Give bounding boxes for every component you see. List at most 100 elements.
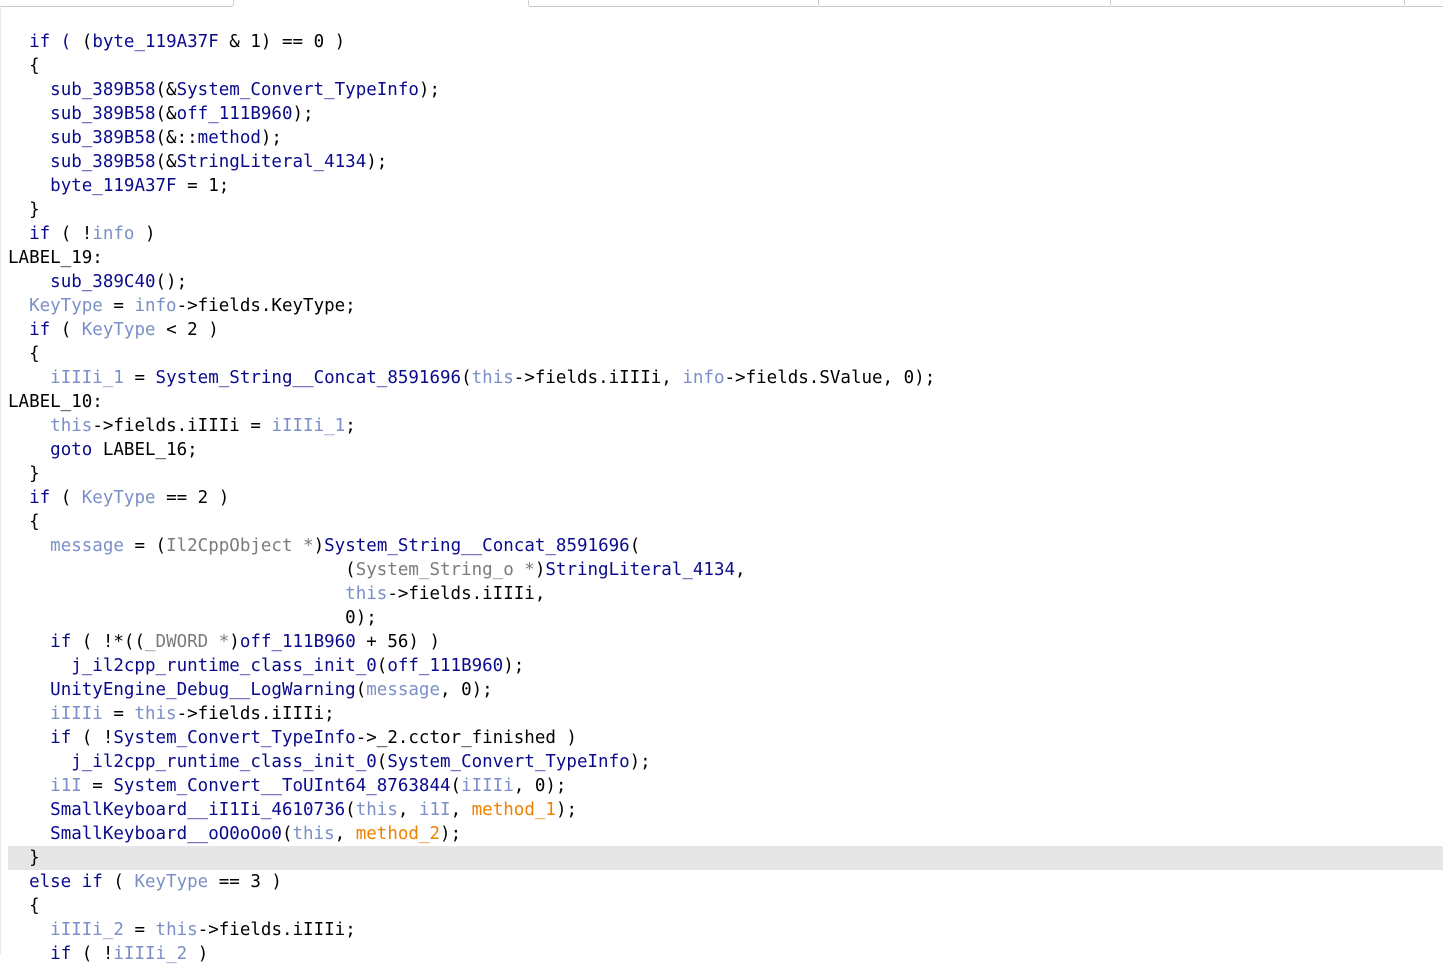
code-token-punctuation: ( ! bbox=[71, 944, 114, 964]
code-token-identifier[interactable]: System_Convert_TypeInfo bbox=[177, 80, 419, 100]
code-line[interactable]: { bbox=[8, 54, 1443, 78]
tab-enums[interactable] bbox=[1111, 0, 1404, 7]
code-token-identifier[interactable]: off_111B960 bbox=[177, 104, 293, 124]
code-line[interactable]: LABEL_19: bbox=[8, 246, 1443, 270]
code-line[interactable]: this->fields.iIIIi, bbox=[8, 582, 1443, 606]
code-token-local-variable[interactable]: KeyType bbox=[29, 296, 103, 316]
code-line[interactable]: sub_389B58(&off_111B960); bbox=[8, 102, 1443, 126]
code-line[interactable]: if ( KeyType == 2 ) bbox=[8, 486, 1443, 510]
code-line[interactable]: message = (Il2CppObject *)System_String_… bbox=[8, 534, 1443, 558]
code-token-identifier[interactable]: UnityEngine_Debug__LogWarning bbox=[50, 680, 356, 700]
code-line[interactable]: UnityEngine_Debug__LogWarning(message, 0… bbox=[8, 678, 1443, 702]
tab-hex-view[interactable] bbox=[529, 0, 818, 7]
code-line[interactable]: iIIIi_1 = System_String__Concat_8591696(… bbox=[8, 366, 1443, 390]
tab-left[interactable] bbox=[0, 0, 233, 7]
code-line[interactable]: sub_389B58(&::method); bbox=[8, 126, 1443, 150]
code-token-identifier[interactable]: method bbox=[198, 128, 261, 148]
code-token-punctuation: = bbox=[123, 920, 156, 940]
code-line[interactable]: { bbox=[8, 342, 1443, 366]
pseudocode-editor[interactable]: if ( (byte_119A37F & 1) == 0 ) { sub_389… bbox=[8, 30, 1443, 966]
code-token-local-variable[interactable]: this bbox=[293, 824, 335, 844]
code-token-local-variable[interactable]: iIIIi_2 bbox=[50, 920, 124, 940]
code-line[interactable]: if ( !info ) bbox=[8, 222, 1443, 246]
code-token-identifier[interactable]: System_Convert__ToUInt64_8763844 bbox=[113, 776, 450, 796]
code-token-local-variable[interactable]: this bbox=[356, 800, 398, 820]
code-token-identifier[interactable]: byte_119A37F bbox=[92, 32, 218, 52]
code-token-identifier[interactable]: System_String__Concat_8591696 bbox=[324, 536, 630, 556]
code-token-local-variable[interactable]: info bbox=[134, 296, 176, 316]
code-line[interactable]: iIIIi_2 = this->fields.iIIIi; bbox=[8, 918, 1443, 942]
code-token-local-variable[interactable]: KeyType bbox=[134, 872, 208, 892]
code-line[interactable]: { bbox=[8, 894, 1443, 918]
code-token-local-variable[interactable]: info bbox=[682, 368, 724, 388]
code-token-identifier[interactable]: off_111B960 bbox=[387, 656, 503, 676]
code-line[interactable]: this->fields.iIIIi = iIIIi_1; bbox=[8, 414, 1443, 438]
code-line[interactable]: SmallKeyboard__oO0oOo0(this, method_2); bbox=[8, 822, 1443, 846]
code-line[interactable]: sub_389B58(&System_Convert_TypeInfo); bbox=[8, 78, 1443, 102]
code-line[interactable]: if ( KeyType < 2 ) bbox=[8, 318, 1443, 342]
code-line[interactable]: } bbox=[8, 462, 1443, 486]
code-token-identifier[interactable]: sub_389B58 bbox=[50, 128, 155, 148]
code-line[interactable]: { bbox=[8, 510, 1443, 534]
code-line[interactable]: iIIIi = this->fields.iIIIi; bbox=[8, 702, 1443, 726]
code-token-local-variable[interactable]: this bbox=[50, 416, 92, 436]
code-token-identifier[interactable]: sub_389B58 bbox=[50, 104, 155, 124]
code-token-local-variable[interactable]: iIIIi_1 bbox=[50, 368, 124, 388]
code-line[interactable]: else if ( KeyType == 3 ) bbox=[8, 870, 1443, 894]
code-token-local-variable[interactable]: this bbox=[472, 368, 514, 388]
code-line[interactable]: if ( !iIIIi_2 ) bbox=[8, 942, 1443, 966]
code-token-argument[interactable]: method_2 bbox=[356, 824, 440, 844]
code-token-identifier[interactable]: StringLiteral_4134 bbox=[177, 152, 367, 172]
code-token-local-variable[interactable]: iIIIi_2 bbox=[113, 944, 187, 964]
code-line[interactable]: (System_String_o *)StringLiteral_4134, bbox=[8, 558, 1443, 582]
code-token-local-variable[interactable]: message bbox=[366, 680, 440, 700]
code-line[interactable]: sub_389C40(); bbox=[8, 270, 1443, 294]
code-line[interactable]: if ( !System_Convert_TypeInfo->_2.cctor_… bbox=[8, 726, 1443, 750]
code-token-identifier[interactable]: j_il2cpp_runtime_class_init_0 bbox=[71, 752, 377, 772]
tab-structures[interactable] bbox=[819, 0, 1110, 7]
tab-imports[interactable] bbox=[1405, 0, 1443, 7]
code-token-local-variable[interactable]: this bbox=[134, 704, 176, 724]
code-line[interactable]: i1I = System_Convert__ToUInt64_8763844(i… bbox=[8, 774, 1443, 798]
code-token-identifier[interactable]: SmallKeyboard__iI1Ii_4610736 bbox=[50, 800, 345, 820]
code-token-identifier[interactable]: sub_389C40 bbox=[50, 272, 155, 292]
code-line[interactable]: } bbox=[8, 198, 1443, 222]
code-line[interactable]: j_il2cpp_runtime_class_init_0(System_Con… bbox=[8, 750, 1443, 774]
code-token-identifier[interactable]: sub_389B58 bbox=[50, 80, 155, 100]
code-line[interactable]: LABEL_10: bbox=[8, 390, 1443, 414]
code-token-identifier[interactable]: j_il2cpp_runtime_class_init_0 bbox=[71, 656, 377, 676]
code-token-identifier[interactable]: System_Convert_TypeInfo bbox=[113, 728, 355, 748]
code-line[interactable]: byte_119A37F = 1; bbox=[8, 174, 1443, 198]
code-line[interactable]: goto LABEL_16; bbox=[8, 438, 1443, 462]
code-line-highlighted[interactable]: } bbox=[8, 846, 1443, 870]
code-line[interactable]: SmallKeyboard__iI1Ii_4610736(this, i1I, … bbox=[8, 798, 1443, 822]
code-token-identifier[interactable]: SmallKeyboard__oO0oOo0 bbox=[50, 824, 282, 844]
code-line[interactable]: if ( !*((_DWORD *)off_111B960 + 56) ) bbox=[8, 630, 1443, 654]
code-token-local-variable[interactable]: this bbox=[345, 584, 387, 604]
code-token-identifier[interactable]: StringLiteral_4134 bbox=[545, 560, 735, 580]
code-line[interactable]: sub_389B58(&StringLiteral_4134); bbox=[8, 150, 1443, 174]
code-line[interactable]: KeyType = info->fields.KeyType; bbox=[8, 294, 1443, 318]
code-token-argument[interactable]: method_1 bbox=[472, 800, 556, 820]
code-token-local-variable[interactable]: this bbox=[156, 920, 198, 940]
code-token-local-variable[interactable]: iIIIi bbox=[50, 704, 103, 724]
code-token-identifier[interactable]: sub_389B58 bbox=[50, 152, 155, 172]
code-line[interactable]: if ( (byte_119A37F & 1) == 0 ) bbox=[8, 30, 1443, 54]
tab-active-pseudocode[interactable] bbox=[234, 0, 528, 6]
code-token-local-variable[interactable]: i1I bbox=[419, 800, 451, 820]
code-token-local-variable[interactable]: i1I bbox=[50, 776, 82, 796]
code-line[interactable]: j_il2cpp_runtime_class_init_0(off_111B96… bbox=[8, 654, 1443, 678]
code-token-local-variable[interactable]: info bbox=[92, 224, 134, 244]
code-token-identifier[interactable]: System_Convert_TypeInfo bbox=[387, 752, 629, 772]
code-token-identifier[interactable]: off_111B960 bbox=[240, 632, 356, 652]
code-token-local-variable[interactable]: message bbox=[50, 536, 124, 556]
code-line[interactable]: 0); bbox=[8, 606, 1443, 630]
code-token-punctuation: ( bbox=[376, 752, 388, 772]
code-token-local-variable[interactable]: KeyType bbox=[82, 488, 156, 508]
code-token-local-variable[interactable]: iIIIi bbox=[461, 776, 514, 796]
code-token-local-variable[interactable]: iIIIi_1 bbox=[271, 416, 345, 436]
code-token-identifier[interactable]: System_String__Concat_8591696 bbox=[156, 368, 462, 388]
code-token-identifier[interactable]: byte_119A37F bbox=[50, 176, 176, 196]
code-token-local-variable[interactable]: KeyType bbox=[82, 320, 156, 340]
